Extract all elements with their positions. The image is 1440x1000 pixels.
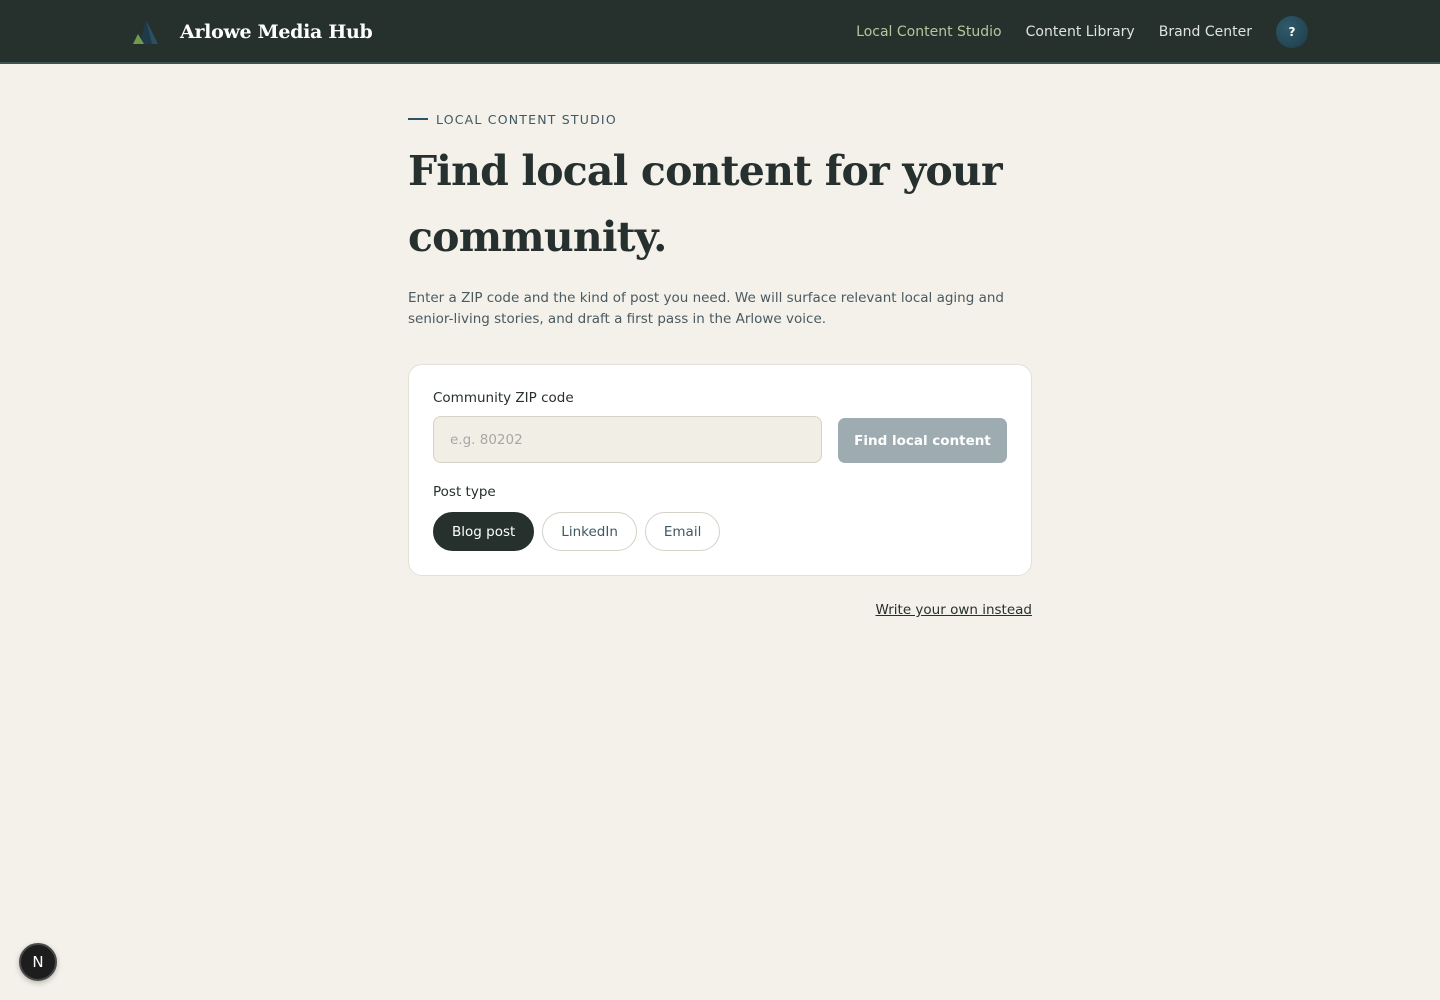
search-form-card: Community ZIP code Find local content Po… [408, 364, 1032, 576]
nav-local-content-studio[interactable]: Local Content Studio [856, 24, 1001, 40]
post-type-blog-post[interactable]: Blog post [433, 512, 535, 551]
post-type-linkedin[interactable]: LinkedIn [542, 512, 637, 551]
post-type-email[interactable]: Email [644, 512, 721, 551]
page-title: Find local content for your community. [408, 147, 1003, 261]
post-type-label: Post type [433, 484, 496, 500]
main-nav: Local Content Studio Content Library Bra… [832, 16, 1308, 48]
mountain-logo-icon [133, 20, 158, 44]
eyebrow: LOCAL CONTENT STUDIO [408, 108, 1032, 130]
eyebrow-rule [408, 118, 428, 120]
app-name: Arlowe Media Hub [180, 21, 373, 43]
page-description: Enter a ZIP code and the kind of post yo… [408, 290, 1004, 327]
nav-brand-center[interactable]: Brand Center [1159, 24, 1252, 40]
write-your-own-link[interactable]: Write your own instead [875, 602, 1032, 618]
nav-content-library[interactable]: Content Library [1026, 24, 1135, 40]
post-type-options: Blog post LinkedIn Email [433, 512, 728, 551]
floating-n-badge[interactable]: N [19, 943, 57, 981]
top-navigation-bar: Arlowe Media Hub Local Content Studio Co… [0, 0, 1440, 64]
main-content: LOCAL CONTENT STUDIO Find local content … [408, 108, 1032, 618]
help-button[interactable]: ? [1276, 16, 1308, 48]
zip-label: Community ZIP code [433, 390, 574, 406]
eyebrow-text: LOCAL CONTENT STUDIO [436, 111, 617, 127]
brand[interactable]: Arlowe Media Hub [130, 14, 373, 50]
find-local-content-button[interactable]: Find local content [838, 418, 1007, 463]
zip-input[interactable] [433, 416, 822, 463]
